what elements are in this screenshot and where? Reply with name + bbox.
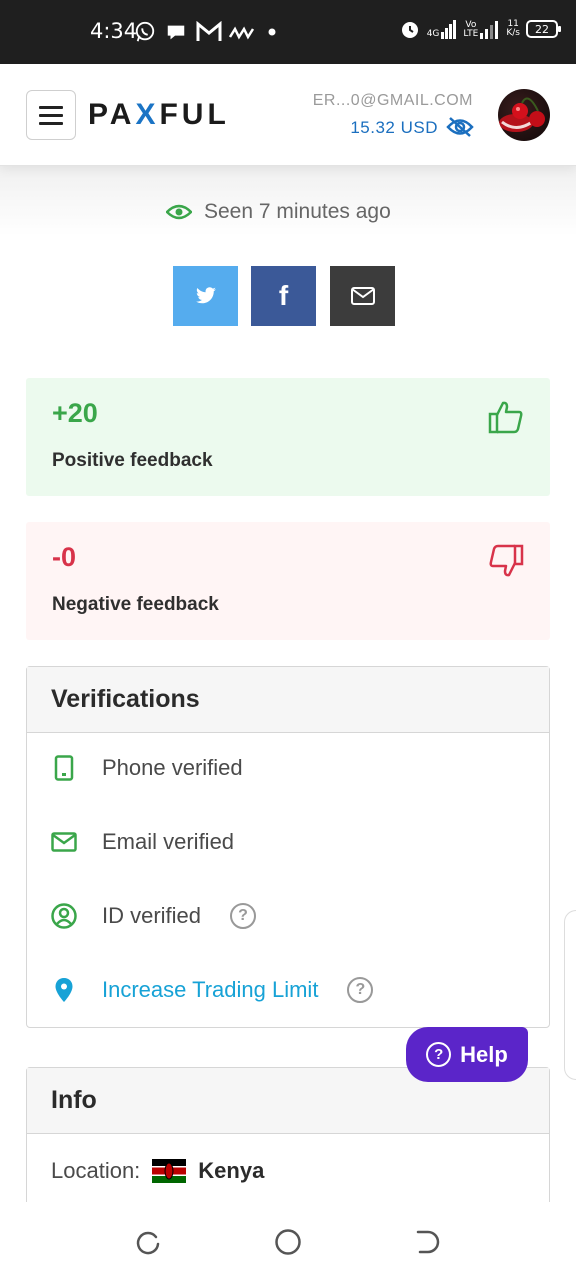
negative-feedback-card[interactable]: -0 Negative feedback — [26, 522, 550, 640]
country-name: Kenya — [198, 1158, 265, 1183]
whatsapp-icon — [135, 21, 155, 42]
hamburger-menu-button[interactable] — [26, 90, 76, 140]
verifications-panel: Verifications Phone verified Email verif… — [26, 666, 550, 1028]
kenya-flag-icon — [152, 1159, 187, 1183]
share-email-button[interactable] — [330, 266, 395, 326]
negative-feedback-label: Negative feedback — [52, 594, 219, 615]
phone-icon — [51, 755, 77, 781]
menu-line-icon — [39, 105, 63, 109]
logo-x: X — [135, 98, 160, 131]
status-time: 4:34 — [90, 19, 138, 43]
gmail-icon — [196, 21, 222, 41]
envelope-icon — [51, 829, 77, 855]
home-icon[interactable] — [274, 1228, 302, 1256]
positive-feedback-card[interactable]: +20 Positive feedback — [26, 378, 550, 496]
signal-bars-2-icon — [480, 21, 499, 39]
location-row: Location: Kenya — [51, 1158, 264, 1184]
app-header: PAXFUL ER...0@GMAIL.COM 15.32 USD — [0, 64, 576, 166]
negative-feedback-count: -0 — [52, 542, 77, 572]
logo-part: PA — [88, 98, 136, 131]
help-button[interactable]: ? Help — [406, 1027, 528, 1082]
status-bar: 4:34 4G Vo LTE 11 K/s 22 — [0, 0, 576, 64]
twitter-icon — [195, 287, 216, 304]
edge-panel-handle[interactable] — [564, 910, 576, 1080]
account-email[interactable]: ER...0@GMAIL.COM — [313, 92, 473, 110]
menu-line-icon — [39, 113, 63, 117]
id-verified-row: ID verified ? — [51, 903, 257, 929]
email-verified-row: Email verified — [51, 829, 234, 855]
app-notification-icon — [228, 26, 255, 40]
positive-feedback-count: +20 — [52, 398, 98, 428]
speed-unit: K/s — [506, 28, 520, 38]
increase-trading-limit-link[interactable]: Increase Trading Limit — [102, 977, 318, 1003]
logo-part: FUL — [159, 98, 230, 131]
phone-verified-label: Phone verified — [102, 755, 243, 780]
status-right-group: 4G Vo LTE 11 K/s 22 — [399, 18, 561, 40]
last-seen-status: Seen 7 minutes ago — [166, 200, 391, 224]
menu-line-icon — [39, 121, 63, 125]
chat-bubble-icon — [167, 25, 185, 40]
increase-trading-limit-row[interactable]: Increase Trading Limit ? — [51, 977, 374, 1003]
more-notifications-dot-icon — [268, 28, 276, 36]
signal-4g-indicator: 4G — [427, 19, 458, 39]
question-help-icon[interactable]: ? — [347, 977, 374, 1003]
question-circle-icon: ? — [426, 1042, 452, 1067]
paxful-logo[interactable]: PAXFUL — [88, 98, 230, 132]
location-pin-icon — [51, 977, 77, 1003]
info-panel: Info Location: Kenya — [26, 1067, 550, 1202]
id-user-icon — [51, 903, 77, 929]
signal-bars-icon — [441, 20, 457, 39]
verifications-title: Verifications — [27, 667, 549, 733]
positive-feedback-label: Positive feedback — [52, 450, 213, 471]
share-twitter-button[interactable] — [173, 266, 238, 326]
id-verified-label: ID verified — [102, 903, 201, 929]
location-label: Location: — [51, 1158, 141, 1183]
share-facebook-button[interactable]: f — [251, 266, 316, 326]
avatar-cherry-image — [499, 97, 545, 132]
user-avatar[interactable] — [498, 89, 550, 141]
battery-icon: 22 — [526, 20, 561, 38]
facebook-icon: f — [278, 280, 289, 311]
wallet-balance[interactable]: 15.32 USD — [350, 118, 438, 138]
back-icon[interactable] — [414, 1228, 442, 1256]
envelope-icon — [350, 287, 375, 305]
help-button-label: Help — [460, 1041, 508, 1067]
hide-balance-eye-off-icon[interactable] — [446, 115, 474, 139]
email-verified-label: Email verified — [102, 829, 235, 854]
volte-indicator: Vo LTE — [463, 19, 500, 39]
network-4g-label: 4G — [426, 29, 440, 39]
eye-icon — [166, 204, 192, 220]
volte-bottom: LTE — [463, 29, 479, 39]
recent-apps-icon[interactable] — [134, 1228, 162, 1256]
question-help-icon[interactable]: ? — [230, 903, 257, 929]
system-navigation-bar — [0, 1202, 576, 1280]
phone-verified-row: Phone verified — [51, 755, 243, 781]
network-speed: 11 K/s — [506, 20, 520, 38]
id-verified-text: ID verified — [102, 903, 202, 928]
thumbs-down-icon — [489, 544, 524, 577]
alarm-icon — [401, 22, 418, 38]
last-seen-text: Seen 7 minutes ago — [204, 200, 391, 223]
thumbs-up-icon — [488, 401, 523, 434]
